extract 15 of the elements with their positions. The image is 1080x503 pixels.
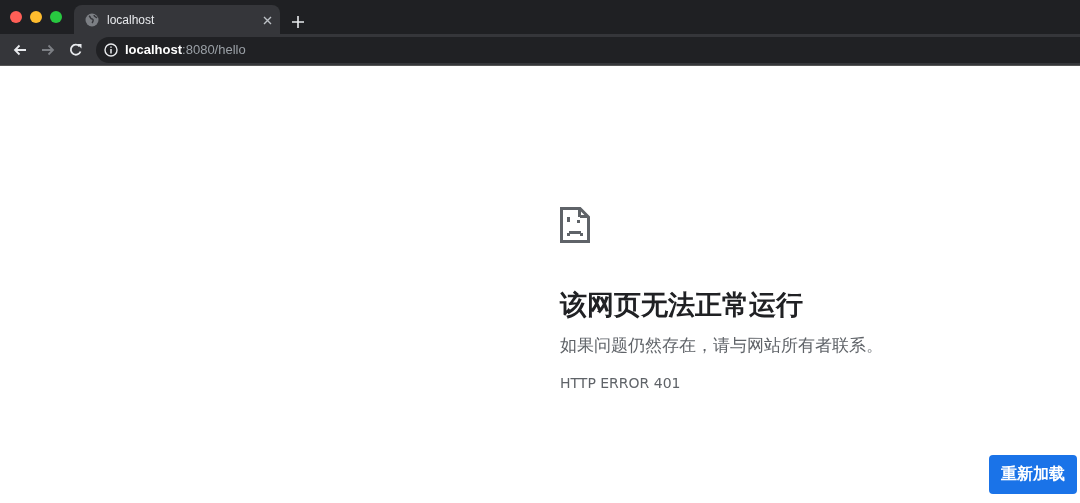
reload-button[interactable]: 重新加载 [989,455,1077,494]
zoom-window-button[interactable] [50,11,62,23]
tab-title: localhost [107,12,156,27]
url-text: localhost:8080/hello [125,42,246,57]
globe-icon [85,12,99,27]
browser-tab[interactable]: localhost [74,5,280,34]
sad-page-icon [560,207,590,243]
reload-icon [68,41,84,58]
error-title: 该网页无法正常运行 [560,288,803,322]
error-code: HTTP ERROR 401 [560,375,681,392]
close-window-button[interactable] [10,11,22,23]
info-icon [104,42,118,57]
address-bar[interactable]: localhost:8080/hello [96,36,1080,63]
minimize-window-button[interactable] [30,11,42,23]
error-message: 如果问题仍然存在，请与网站所有者联系。 [560,334,883,358]
